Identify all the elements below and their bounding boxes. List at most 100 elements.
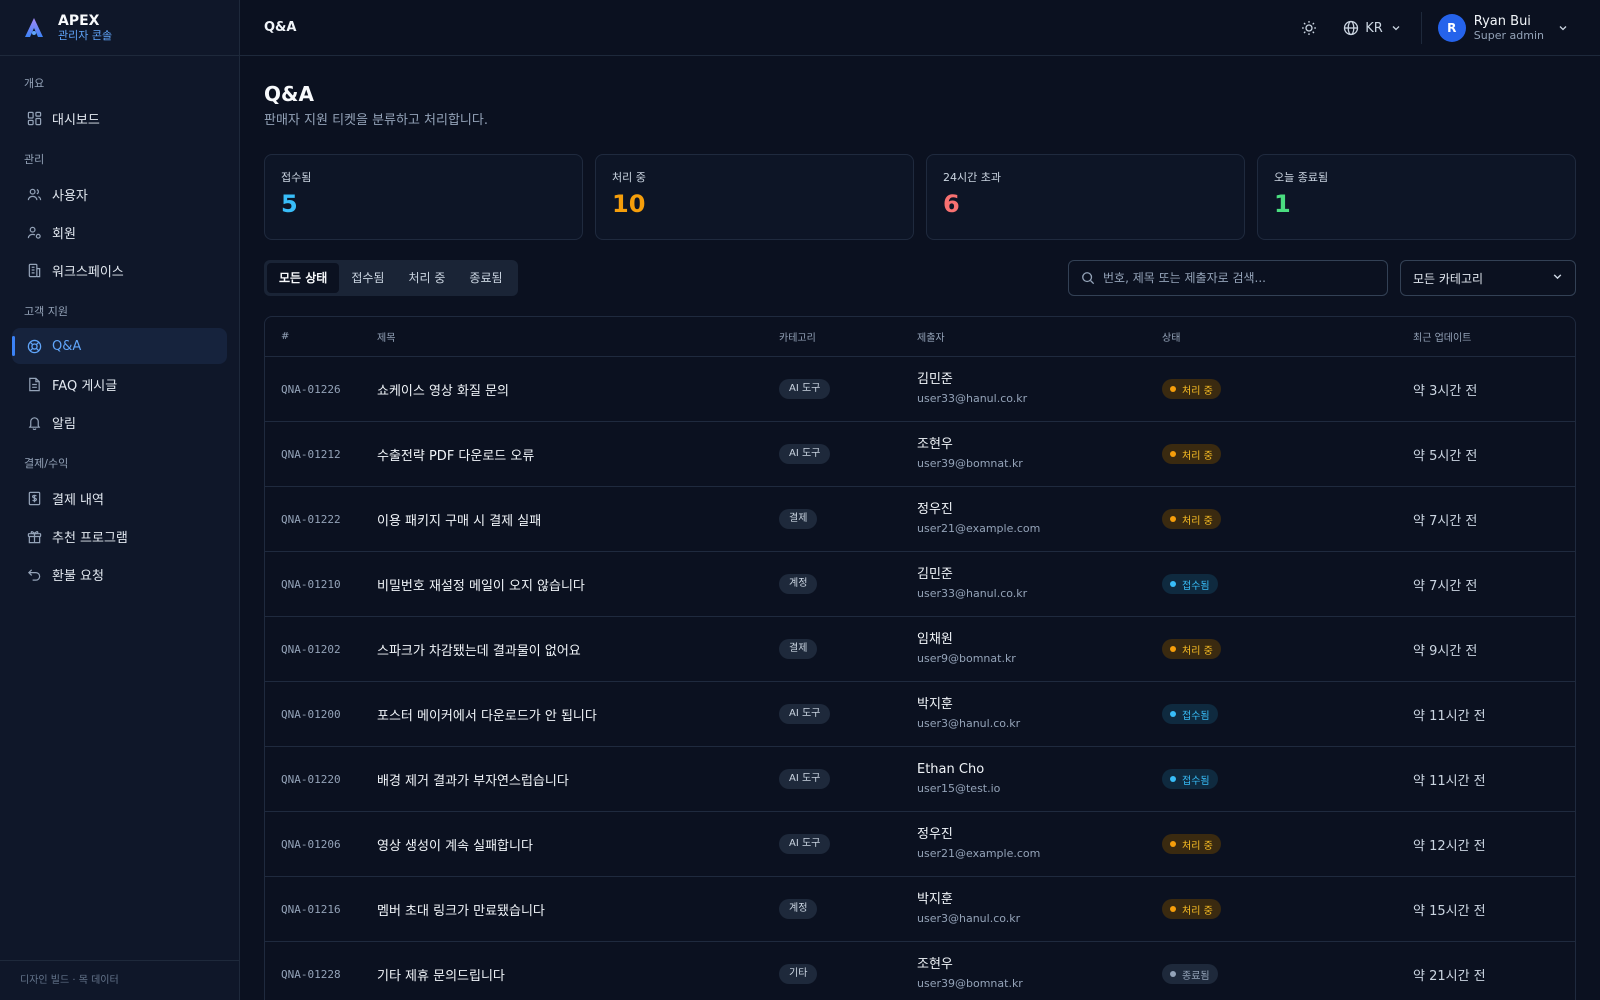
status-badge: 접수됨	[1162, 574, 1218, 594]
sidebar-item-notifications[interactable]: 알림	[12, 404, 227, 440]
category-badge: AI 도구	[779, 444, 831, 464]
status-label: 처리 중	[1182, 905, 1213, 917]
ticket-title[interactable]: 멤버 초대 링크가 만료됐습니다	[377, 900, 779, 919]
status-tabs: 모든 상태 접수됨 처리 중 종료됨	[264, 260, 518, 296]
category-cell: AI 도구	[779, 444, 917, 464]
sidebar-item-faq[interactable]: FAQ 게시글	[12, 366, 227, 402]
ticket-title[interactable]: 이용 패키지 구매 시 결제 실패	[377, 510, 779, 529]
topbar: Q&A KR R Ryan Bui Super admin	[240, 0, 1600, 56]
ticket-title[interactable]: 비밀번호 재설정 메일이 오지 않습니다	[377, 575, 779, 594]
stat-value: 1	[1274, 190, 1291, 218]
topbar-title: Q&A	[264, 20, 297, 35]
search-box[interactable]	[1068, 260, 1388, 296]
ticket-title[interactable]: 쇼케이스 영상 화질 문의	[377, 380, 779, 399]
ticket-title[interactable]: 영상 생성이 계속 실패합니다	[377, 835, 779, 854]
category-badge: AI 도구	[779, 379, 831, 399]
ticket-id: QNA-01202	[281, 642, 341, 656]
status-dot	[1170, 906, 1176, 912]
table-row[interactable]: QNA-01202 스파크가 차감됐는데 결과물이 없어요 결제 임채원 user9@b…	[265, 617, 1575, 682]
ticket-title[interactable]: 수출전략 PDF 다운로드 오류	[377, 445, 779, 464]
category-cell: AI 도구	[779, 769, 917, 789]
nav-group-manage: 관리 사용자 회원 워크스페이스	[12, 152, 227, 288]
qna-table: # 제목 카테고리 제출자 상태 최근 업데이트 QNA-01226 쇼케이스 영…	[264, 316, 1576, 1000]
sidebar-item-users[interactable]: 사용자	[12, 176, 227, 212]
sidebar-item-qna[interactable]: Q&A	[12, 328, 227, 364]
tab-all[interactable]: 모든 상태	[267, 263, 340, 293]
stat-card-processing: 처리 중 10	[595, 154, 914, 240]
user-menu[interactable]: R Ryan Bui Super admin	[1437, 14, 1568, 43]
category-select[interactable]: 모든 카테고리	[1400, 260, 1576, 296]
status-badge: 처리 중	[1162, 639, 1221, 659]
submitter-email: user39@bomnat.kr	[917, 457, 1023, 470]
sidebar-item-payments[interactable]: 결제 내역	[12, 480, 227, 516]
ticket-title[interactable]: 배경 제거 결과가 부자연스럽습니다	[377, 770, 779, 789]
tab-received[interactable]: 접수됨	[339, 263, 396, 293]
status-dot	[1170, 776, 1176, 782]
sidebar-item-label: 환불 요청	[52, 568, 104, 584]
stat-card-received: 접수됨 5	[264, 154, 583, 240]
column-header-submitter[interactable]: 제출자	[917, 329, 1162, 344]
page-title: Q&A	[264, 82, 314, 106]
sidebar-item-label: 사용자	[52, 188, 88, 204]
table-row[interactable]: QNA-01222 이용 패키지 구매 시 결제 실패 결제 정우진 user21@ex…	[265, 487, 1575, 552]
sidebar-item-referral[interactable]: 추천 프로그램	[12, 518, 227, 554]
column-header-id[interactable]: #	[265, 331, 377, 342]
sidebar-item-dashboard[interactable]: 대시보드	[12, 100, 227, 136]
language-select[interactable]: KR	[1343, 20, 1401, 36]
status-cell: 처리 중	[1162, 639, 1413, 659]
status-cell: 처리 중	[1162, 509, 1413, 529]
table-row[interactable]: QNA-01210 비밀번호 재설정 메일이 오지 않습니다 계정 김민준 user33…	[265, 552, 1575, 617]
stat-value: 10	[612, 190, 646, 218]
sidebar-item-refunds[interactable]: 환불 요청	[12, 556, 227, 592]
status-cell: 처리 중	[1162, 834, 1413, 854]
search-input[interactable]	[1103, 271, 1363, 285]
submitter-email: user15@test.io	[917, 782, 1001, 795]
category-badge: AI 도구	[779, 834, 831, 854]
submitter-name: 김민준	[917, 567, 953, 582]
brand[interactable]: APEX 관리자 콘솔	[0, 0, 239, 56]
status-badge: 접수됨	[1162, 704, 1218, 724]
table-row[interactable]: QNA-01228 기타 제휴 문의드립니다 기타 조현우 user39@bomnat.…	[265, 942, 1575, 1000]
ticket-title[interactable]: 기타 제휴 문의드립니다	[377, 965, 779, 984]
submitter-name: 정우진	[917, 827, 953, 842]
category-badge: 결제	[779, 509, 818, 529]
ticket-title[interactable]: 스파크가 차감됐는데 결과물이 없어요	[377, 640, 779, 659]
status-dot	[1170, 516, 1176, 522]
submitter-name: 김민준	[917, 372, 953, 387]
category-cell: 계정	[779, 574, 917, 594]
status-badge: 처리 중	[1162, 379, 1221, 399]
ticket-id: QNA-01220	[281, 772, 341, 786]
submitter-email: user21@example.com	[917, 522, 1041, 535]
table-row[interactable]: QNA-01216 멤버 초대 링크가 만료됐습니다 계정 박지훈 user3@hanu…	[265, 877, 1575, 942]
column-header-updated[interactable]: 최근 업데이트	[1413, 329, 1575, 344]
submitter-cell: 조현우 user39@bomnat.kr	[917, 956, 1162, 992]
column-header-status[interactable]: 상태	[1162, 329, 1413, 344]
sidebar-item-members[interactable]: 회원	[12, 214, 227, 250]
theme-toggle-button[interactable]	[1295, 14, 1323, 42]
user-role: Super admin	[1473, 28, 1544, 42]
status-label: 접수됨	[1182, 580, 1210, 592]
tab-processing[interactable]: 처리 중	[396, 263, 457, 293]
status-cell: 종료됨	[1162, 964, 1413, 984]
table-row[interactable]: QNA-01220 배경 제거 결과가 부자연스럽습니다 AI 도구 Ethan Ch…	[265, 747, 1575, 812]
ticket-id: QNA-01226	[281, 382, 341, 396]
submitter-cell: 정우진 user21@example.com	[917, 826, 1162, 862]
status-label: 처리 중	[1182, 840, 1213, 852]
table-row[interactable]: QNA-01212 수출전략 PDF 다운로드 오류 AI 도구 조현우 user39@…	[265, 422, 1575, 487]
table-header: # 제목 카테고리 제출자 상태 최근 업데이트	[265, 317, 1575, 357]
sidebar-item-workspace[interactable]: 워크스페이스	[12, 252, 227, 288]
status-cell: 처리 중	[1162, 899, 1413, 919]
tab-closed[interactable]: 종료됨	[457, 263, 514, 293]
sidebar: APEX 관리자 콘솔 개요 대시보드 관리 사용자 회원 워크스페이스 고객 …	[0, 0, 240, 1000]
column-header-category[interactable]: 카테고리	[779, 329, 917, 344]
status-dot	[1170, 971, 1176, 977]
table-row[interactable]: QNA-01226 쇼케이스 영상 화질 문의 AI 도구 김민준 user33@han…	[265, 357, 1575, 422]
nav-section-title: 고객 지원	[24, 305, 68, 318]
brand-subtitle: 관리자 콘솔	[58, 28, 113, 42]
bell-icon	[26, 414, 42, 430]
table-row[interactable]: QNA-01206 영상 생성이 계속 실패합니다 AI 도구 정우진 user21@e…	[265, 812, 1575, 877]
status-label: 종료됨	[1182, 970, 1210, 982]
column-header-title[interactable]: 제목	[377, 329, 779, 344]
ticket-title[interactable]: 포스터 메이커에서 다운로드가 안 됩니다	[377, 705, 779, 724]
table-row[interactable]: QNA-01200 포스터 메이커에서 다운로드가 안 됩니다 AI 도구 박지훈 us…	[265, 682, 1575, 747]
